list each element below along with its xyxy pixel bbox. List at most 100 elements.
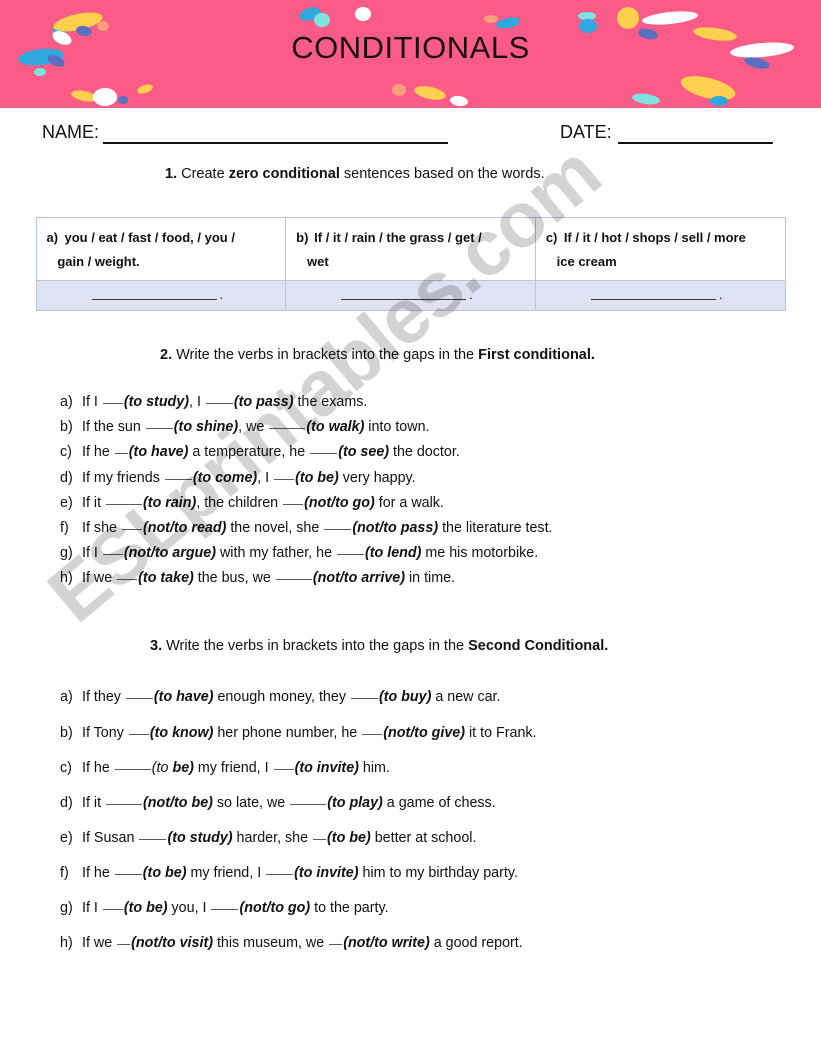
- sentence-text: If I: [82, 900, 102, 917]
- answer-gap[interactable]: [329, 944, 343, 946]
- prompt-cell: c) If / it / hot / shops / sell / more ic…: [534, 216, 786, 282]
- answer-gap[interactable]: [121, 528, 142, 530]
- answer-write-line[interactable]: [91, 299, 217, 301]
- answer-gap[interactable]: [117, 944, 131, 946]
- sentence-text: you, I: [167, 900, 211, 917]
- sentence-text: If it: [82, 494, 106, 511]
- banner-blob: [314, 13, 330, 27]
- answer-gap[interactable]: [313, 838, 327, 840]
- answer-gap[interactable]: [337, 554, 364, 556]
- exercise-1-instruction-bold: zero conditional: [228, 166, 340, 182]
- identity-row: NAME: DATE:: [0, 118, 821, 152]
- answer-gap[interactable]: [139, 838, 167, 840]
- answer-gap[interactable]: [275, 579, 312, 581]
- page-banner: CONDITIONALS: [0, 0, 821, 108]
- answer-gap[interactable]: [205, 403, 233, 405]
- question-item: e) If Susan (to study) harder, she (to be…: [0, 827, 821, 850]
- sentence-text: , we: [238, 419, 269, 436]
- verb-cue: (not/to write): [343, 935, 430, 952]
- verb-cue: (to walk): [306, 419, 365, 436]
- question-letter: e): [60, 494, 73, 511]
- answer-gap[interactable]: [106, 503, 143, 505]
- answer-write-line[interactable]: [590, 299, 716, 301]
- answer-gap[interactable]: [125, 698, 153, 700]
- sentence-text: If he: [82, 444, 114, 461]
- answer-cell[interactable]: .: [35, 280, 287, 312]
- sentence-text: my friend, I: [193, 759, 273, 776]
- answer-row: ...: [35, 280, 786, 312]
- verb-cue: (not/to read): [142, 519, 227, 536]
- answer-gap[interactable]: [164, 478, 192, 480]
- verb-cue: (to lend): [365, 545, 422, 562]
- sentence-text: the exams.: [293, 394, 368, 411]
- verb-cue: (not/to argue): [123, 545, 216, 562]
- prompt-text-line1: If / it / rain / the grass / get /: [314, 230, 482, 245]
- verb-cue: (to pass): [233, 394, 294, 411]
- answer-gap[interactable]: [102, 554, 123, 556]
- sentence-text: me his motorbike.: [421, 545, 539, 562]
- answer-gap[interactable]: [102, 909, 123, 911]
- answer-gap[interactable]: [114, 874, 142, 876]
- exercise-1-number: 1.: [165, 166, 178, 182]
- sentence-text: him.: [358, 759, 390, 776]
- prompt-row: a) you / eat / fast / food, / you / gain …: [35, 216, 786, 282]
- banner-blob: [484, 15, 498, 23]
- verb-cue: (to rain): [143, 494, 197, 511]
- question-letter: c): [60, 759, 72, 776]
- answer-gap[interactable]: [273, 768, 294, 770]
- sentence-text: this museum, we: [212, 935, 329, 952]
- name-input-line[interactable]: [103, 142, 448, 144]
- answer-cell[interactable]: .: [534, 280, 786, 312]
- verb-cue: (not/to go): [239, 900, 311, 917]
- answer-gap[interactable]: [266, 874, 294, 876]
- verb-cue: (to be): [142, 865, 187, 882]
- answer-gap[interactable]: [117, 579, 138, 581]
- answer-cell[interactable]: .: [285, 280, 536, 312]
- sentence-text: a new car.: [431, 689, 501, 706]
- banner-blob: [414, 86, 446, 100]
- answer-gap[interactable]: [274, 478, 295, 480]
- answer-gap[interactable]: [145, 428, 173, 430]
- question-item: h) If we (to take) the bus, we (not/to ar…: [0, 567, 821, 590]
- date-input-line[interactable]: [618, 142, 773, 144]
- answer-write-line[interactable]: [341, 299, 467, 301]
- sentence-text: a game of chess.: [382, 794, 496, 811]
- answer-gap[interactable]: [362, 733, 383, 735]
- answer-gap[interactable]: [269, 428, 306, 430]
- verb-cue: (to have): [153, 689, 214, 706]
- sentence-text: enough money, they: [213, 689, 350, 706]
- answer-gap[interactable]: [102, 403, 123, 405]
- answer-gap[interactable]: [310, 453, 338, 455]
- question-letter: c): [60, 444, 72, 461]
- exercise-3-question-list: a) If they (to have) enough money, they (…: [0, 686, 821, 955]
- exercise-1-instruction-post: sentences based on the words.: [339, 166, 545, 182]
- answer-gap[interactable]: [283, 503, 304, 505]
- banner-blob: [680, 76, 736, 100]
- question-letter: h): [60, 570, 73, 587]
- sentence-text: very happy.: [338, 469, 416, 486]
- sentence-text: with my father, he: [216, 545, 336, 562]
- banner-blob: [710, 96, 728, 106]
- zero-conditional-prompt-table: a) you / eat / fast / food, / you / gain …: [35, 216, 786, 312]
- answer-gap[interactable]: [106, 803, 143, 805]
- verb-cue: (to come): [192, 469, 258, 486]
- answer-gap[interactable]: [114, 453, 128, 455]
- sentence-text: the bus, we: [193, 570, 275, 587]
- sentence-text: , I: [257, 469, 274, 486]
- verb-cue: (not/to arrive): [312, 570, 405, 587]
- sentence-text: , I: [189, 394, 205, 411]
- answer-gap[interactable]: [211, 909, 239, 911]
- answer-gap[interactable]: [290, 803, 327, 805]
- answer-gap[interactable]: [350, 698, 378, 700]
- answer-gap[interactable]: [324, 528, 352, 530]
- sentence-text: for a walk.: [374, 494, 444, 511]
- sentence-text: If Susan: [82, 829, 139, 846]
- answer-gap[interactable]: [114, 768, 151, 770]
- exercise-2-heading: 2. Write the verbs in brackets into the …: [0, 347, 821, 363]
- sentence-text: If he: [82, 759, 114, 776]
- sentence-text: If I: [82, 545, 102, 562]
- verb-cue: (to study): [123, 394, 189, 411]
- answer-gap[interactable]: [128, 733, 149, 735]
- verb-cue: (to invite): [294, 759, 359, 776]
- sentence-text: a good report.: [429, 935, 523, 952]
